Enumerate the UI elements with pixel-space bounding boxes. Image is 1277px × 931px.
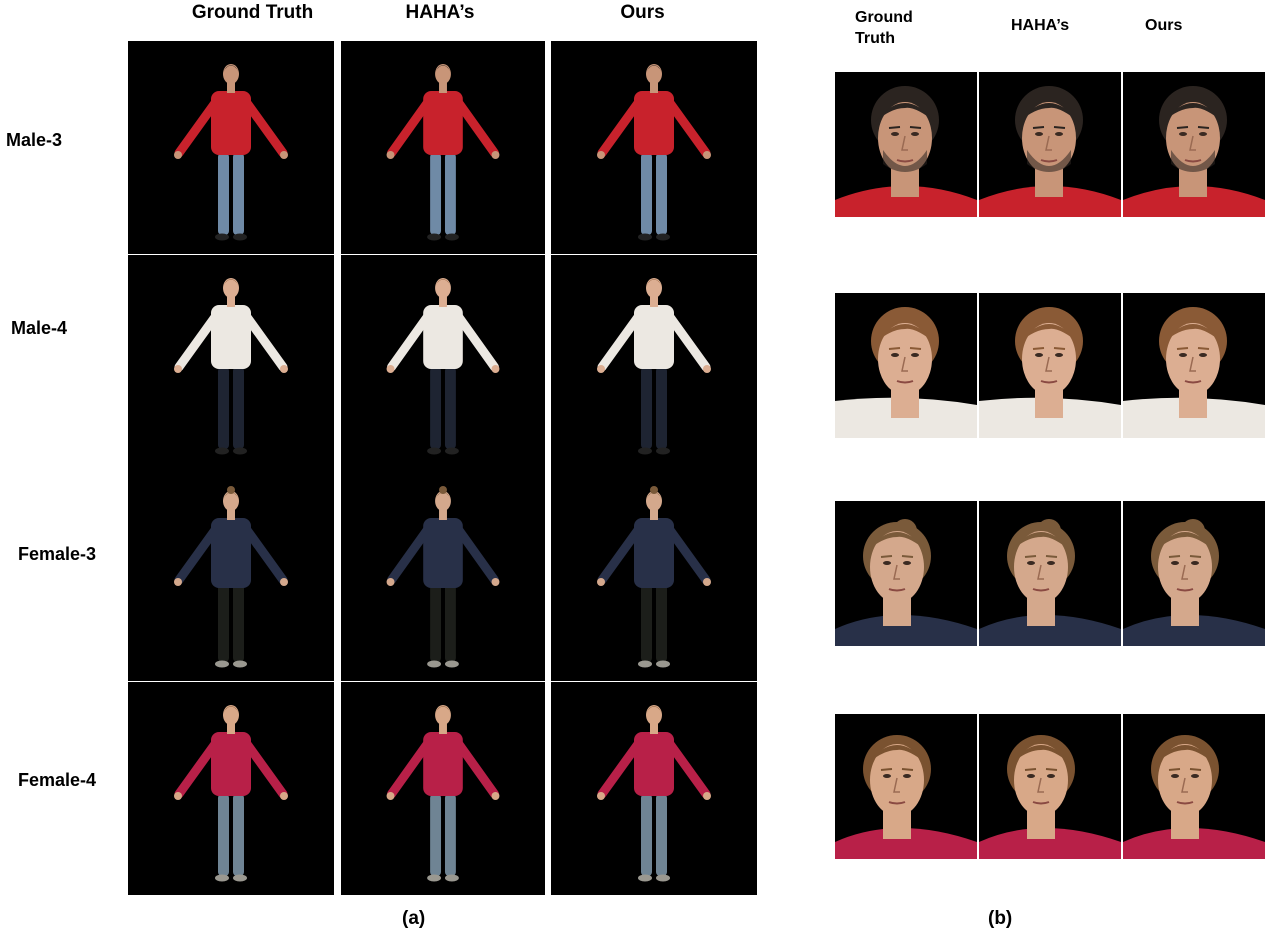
human-figure	[597, 705, 711, 882]
face-illustration	[835, 519, 977, 646]
render-male-4-ground-truth	[128, 255, 334, 468]
human-figure	[597, 486, 711, 668]
face-female-4-haha	[979, 714, 1121, 859]
col-header-ground-truth-b: Ground Truth	[855, 7, 945, 49]
face-male-3-haha	[979, 72, 1121, 217]
face-illustration	[1123, 519, 1265, 646]
caption-a: (a)	[402, 908, 426, 929]
face-female-3-ground-truth	[835, 501, 977, 646]
face-illustration	[835, 735, 977, 859]
human-figure	[386, 64, 500, 241]
col-header-haha-b: HAHA’s	[1011, 17, 1070, 34]
face-male-4-ours	[1123, 293, 1265, 438]
render-female-3-ours	[551, 468, 757, 681]
col-header-haha-a: HAHA’s	[405, 2, 475, 23]
human-figure	[174, 705, 288, 882]
face-illustration	[979, 86, 1121, 217]
face-illustration	[979, 735, 1121, 859]
face-male-3-ground-truth	[835, 72, 977, 217]
render-female-3-ground-truth	[128, 468, 334, 681]
face-illustration	[835, 86, 977, 217]
render-male-3-haha	[341, 41, 545, 254]
face-illustration	[1123, 307, 1265, 438]
face-illustration	[979, 307, 1121, 438]
render-female-4-ours	[551, 682, 757, 895]
col-header-ground-truth-a: Ground Truth	[191, 2, 314, 23]
render-male-4-ours	[551, 255, 757, 468]
human-figure	[386, 278, 500, 455]
face-illustration	[835, 307, 977, 438]
render-male-3-ours	[551, 41, 757, 254]
row-label-male-4: Male-4	[11, 318, 68, 338]
render-male-3-ground-truth	[128, 41, 334, 254]
face-male-4-haha	[979, 293, 1121, 438]
face-male-4-ground-truth	[835, 293, 977, 438]
col-header-ground-truth-b-text: Ground Truth	[855, 9, 913, 47]
face-female-3-ours	[1123, 501, 1265, 646]
human-figure	[386, 486, 500, 668]
face-female-4-ours	[1123, 714, 1265, 859]
face-female-3-haha	[979, 501, 1121, 646]
row-label-female-3: Female-3	[18, 544, 97, 564]
caption-b: (b)	[988, 908, 1013, 929]
human-figure	[597, 64, 711, 241]
col-header-ours-a: Ours	[620, 2, 665, 23]
render-female-3-haha	[341, 468, 545, 681]
human-figure	[174, 278, 288, 455]
col-header-ours-b: Ours	[1145, 17, 1183, 34]
face-male-3-ours	[1123, 72, 1265, 217]
face-illustration	[1123, 735, 1265, 859]
face-illustration	[1123, 86, 1265, 217]
row-label-male-3: Male-3	[6, 130, 63, 150]
face-female-4-ground-truth	[835, 714, 977, 859]
render-male-4-haha	[341, 255, 545, 468]
render-female-4-haha	[341, 682, 545, 895]
human-figure	[174, 64, 288, 241]
face-illustration	[979, 519, 1121, 646]
render-female-4-ground-truth	[128, 682, 334, 895]
row-label-female-4: Female-4	[18, 770, 97, 790]
human-figure	[597, 278, 711, 455]
human-figure	[174, 486, 288, 668]
human-figure	[386, 705, 500, 882]
